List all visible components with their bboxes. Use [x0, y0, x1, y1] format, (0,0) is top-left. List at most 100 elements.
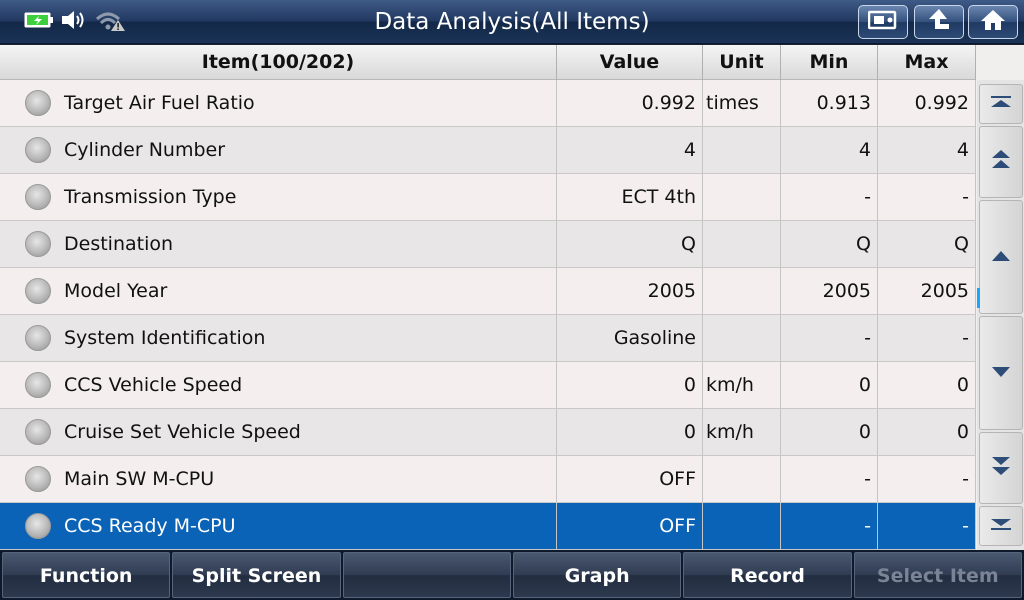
- screenshot-icon: [867, 9, 898, 35]
- item-value: OFF: [557, 456, 703, 502]
- item-min: 2005: [781, 268, 878, 314]
- item-value: ECT 4th: [557, 174, 703, 220]
- item-unit: km/h: [703, 409, 781, 455]
- item-value: 4: [557, 127, 703, 173]
- back-icon: [925, 8, 953, 36]
- line-down-icon: [989, 364, 1013, 383]
- item-max: -: [878, 174, 976, 220]
- scroll-top-icon: [989, 94, 1013, 114]
- item-unit: [703, 456, 781, 502]
- item-name: CCS Vehicle Speed: [64, 374, 243, 396]
- item-unit: [703, 127, 781, 173]
- item-name: Cylinder Number: [64, 139, 226, 161]
- item-name: Transmission Type: [64, 186, 237, 208]
- table-row-selected[interactable]: CCS Ready M-CPU OFF - -: [0, 503, 976, 550]
- function-bar: Function Split Screen Graph Record Selec…: [0, 550, 1024, 600]
- row-radio-button[interactable]: [25, 90, 51, 116]
- scroll-bottom-icon: [989, 516, 1013, 536]
- page-down-icon: [989, 454, 1013, 482]
- item-min: Q: [781, 221, 878, 267]
- table-row[interactable]: Transmission Type ECT 4th - -: [0, 174, 976, 221]
- record-button[interactable]: Record: [683, 552, 852, 598]
- item-name: CCS Ready M-CPU: [64, 515, 236, 537]
- item-max: 4: [878, 127, 976, 173]
- item-max: -: [878, 315, 976, 361]
- row-radio-button[interactable]: [25, 278, 51, 304]
- column-header-max: Max: [878, 45, 976, 80]
- item-min: -: [781, 315, 878, 361]
- home-button[interactable]: [968, 5, 1018, 39]
- table-row[interactable]: Main SW M-CPU OFF - -: [0, 456, 976, 503]
- table-row[interactable]: System Identification Gasoline - -: [0, 315, 976, 362]
- table-body: Target Air Fuel Ratio 0.992 times 0.913 …: [0, 80, 976, 550]
- title-bar: Data Analysis(All Items): [0, 0, 1024, 44]
- table-row[interactable]: CCS Vehicle Speed 0 km/h 0 0: [0, 362, 976, 409]
- line-down-button[interactable]: [979, 316, 1023, 430]
- item-unit: km/h: [703, 362, 781, 408]
- item-max: 0.992: [878, 80, 976, 126]
- item-unit: [703, 315, 781, 361]
- page-up-icon: [989, 148, 1013, 176]
- item-unit: [703, 174, 781, 220]
- table-row[interactable]: Destination Q Q Q: [0, 221, 976, 268]
- split-screen-button[interactable]: Split Screen: [172, 552, 341, 598]
- item-min: 4: [781, 127, 878, 173]
- scroll-bottom-button[interactable]: [979, 506, 1023, 546]
- item-value: OFF: [557, 503, 703, 549]
- item-min: 0: [781, 409, 878, 455]
- page-down-button[interactable]: [979, 432, 1023, 504]
- table-row[interactable]: Cruise Set Vehicle Speed 0 km/h 0 0: [0, 409, 976, 456]
- item-value: Q: [557, 221, 703, 267]
- item-max: 0: [878, 409, 976, 455]
- scroll-top-button[interactable]: [979, 84, 1023, 124]
- row-radio-button[interactable]: [25, 419, 51, 445]
- item-name: Destination: [64, 233, 174, 255]
- row-radio-button[interactable]: [25, 231, 51, 257]
- item-unit: [703, 221, 781, 267]
- item-min: -: [781, 456, 878, 502]
- line-up-icon: [989, 248, 1013, 267]
- row-radio-button[interactable]: [25, 137, 51, 163]
- vertical-scrollbar[interactable]: [977, 80, 1024, 550]
- row-radio-button[interactable]: [25, 513, 51, 539]
- item-name: Main SW M-CPU: [64, 468, 215, 490]
- line-up-button[interactable]: [979, 200, 1023, 314]
- table-row[interactable]: Model Year 2005 2005 2005: [0, 268, 976, 315]
- column-header-item: Item(100/202): [0, 45, 557, 80]
- item-max: Q: [878, 221, 976, 267]
- graph-button[interactable]: Graph: [512, 552, 682, 598]
- item-unit: times: [703, 80, 781, 126]
- item-max: 2005: [878, 268, 976, 314]
- home-icon: [979, 8, 1007, 36]
- item-unit: [703, 268, 781, 314]
- back-button[interactable]: [914, 5, 964, 39]
- row-radio-button[interactable]: [25, 466, 51, 492]
- item-max: -: [878, 456, 976, 502]
- row-radio-button[interactable]: [25, 372, 51, 398]
- item-value: 0.992: [557, 80, 703, 126]
- screenshot-button[interactable]: [858, 5, 908, 39]
- row-radio-button[interactable]: [25, 184, 51, 210]
- item-min: 0.913: [781, 80, 878, 126]
- item-value: 0: [557, 409, 703, 455]
- item-max: -: [878, 503, 976, 549]
- item-unit: [703, 503, 781, 549]
- blank-button[interactable]: [342, 552, 511, 598]
- data-table: Item(100/202) Value Unit Min Max Target …: [0, 45, 1024, 550]
- scroll-thumb[interactable]: [977, 288, 980, 308]
- row-radio-button[interactable]: [25, 325, 51, 351]
- item-min: 0: [781, 362, 878, 408]
- item-min: -: [781, 503, 878, 549]
- item-value: 0: [557, 362, 703, 408]
- table-row[interactable]: Target Air Fuel Ratio 0.992 times 0.913 …: [0, 80, 976, 127]
- function-button[interactable]: Function: [2, 552, 171, 598]
- item-name: Target Air Fuel Ratio: [64, 92, 255, 114]
- item-name: System Identification: [64, 327, 266, 349]
- item-min: -: [781, 174, 878, 220]
- page-up-button[interactable]: [979, 126, 1023, 198]
- column-header-min: Min: [781, 45, 878, 80]
- item-value: 2005: [557, 268, 703, 314]
- table-row[interactable]: Cylinder Number 4 4 4: [0, 127, 976, 174]
- item-value: Gasoline: [557, 315, 703, 361]
- column-header-value: Value: [557, 45, 703, 80]
